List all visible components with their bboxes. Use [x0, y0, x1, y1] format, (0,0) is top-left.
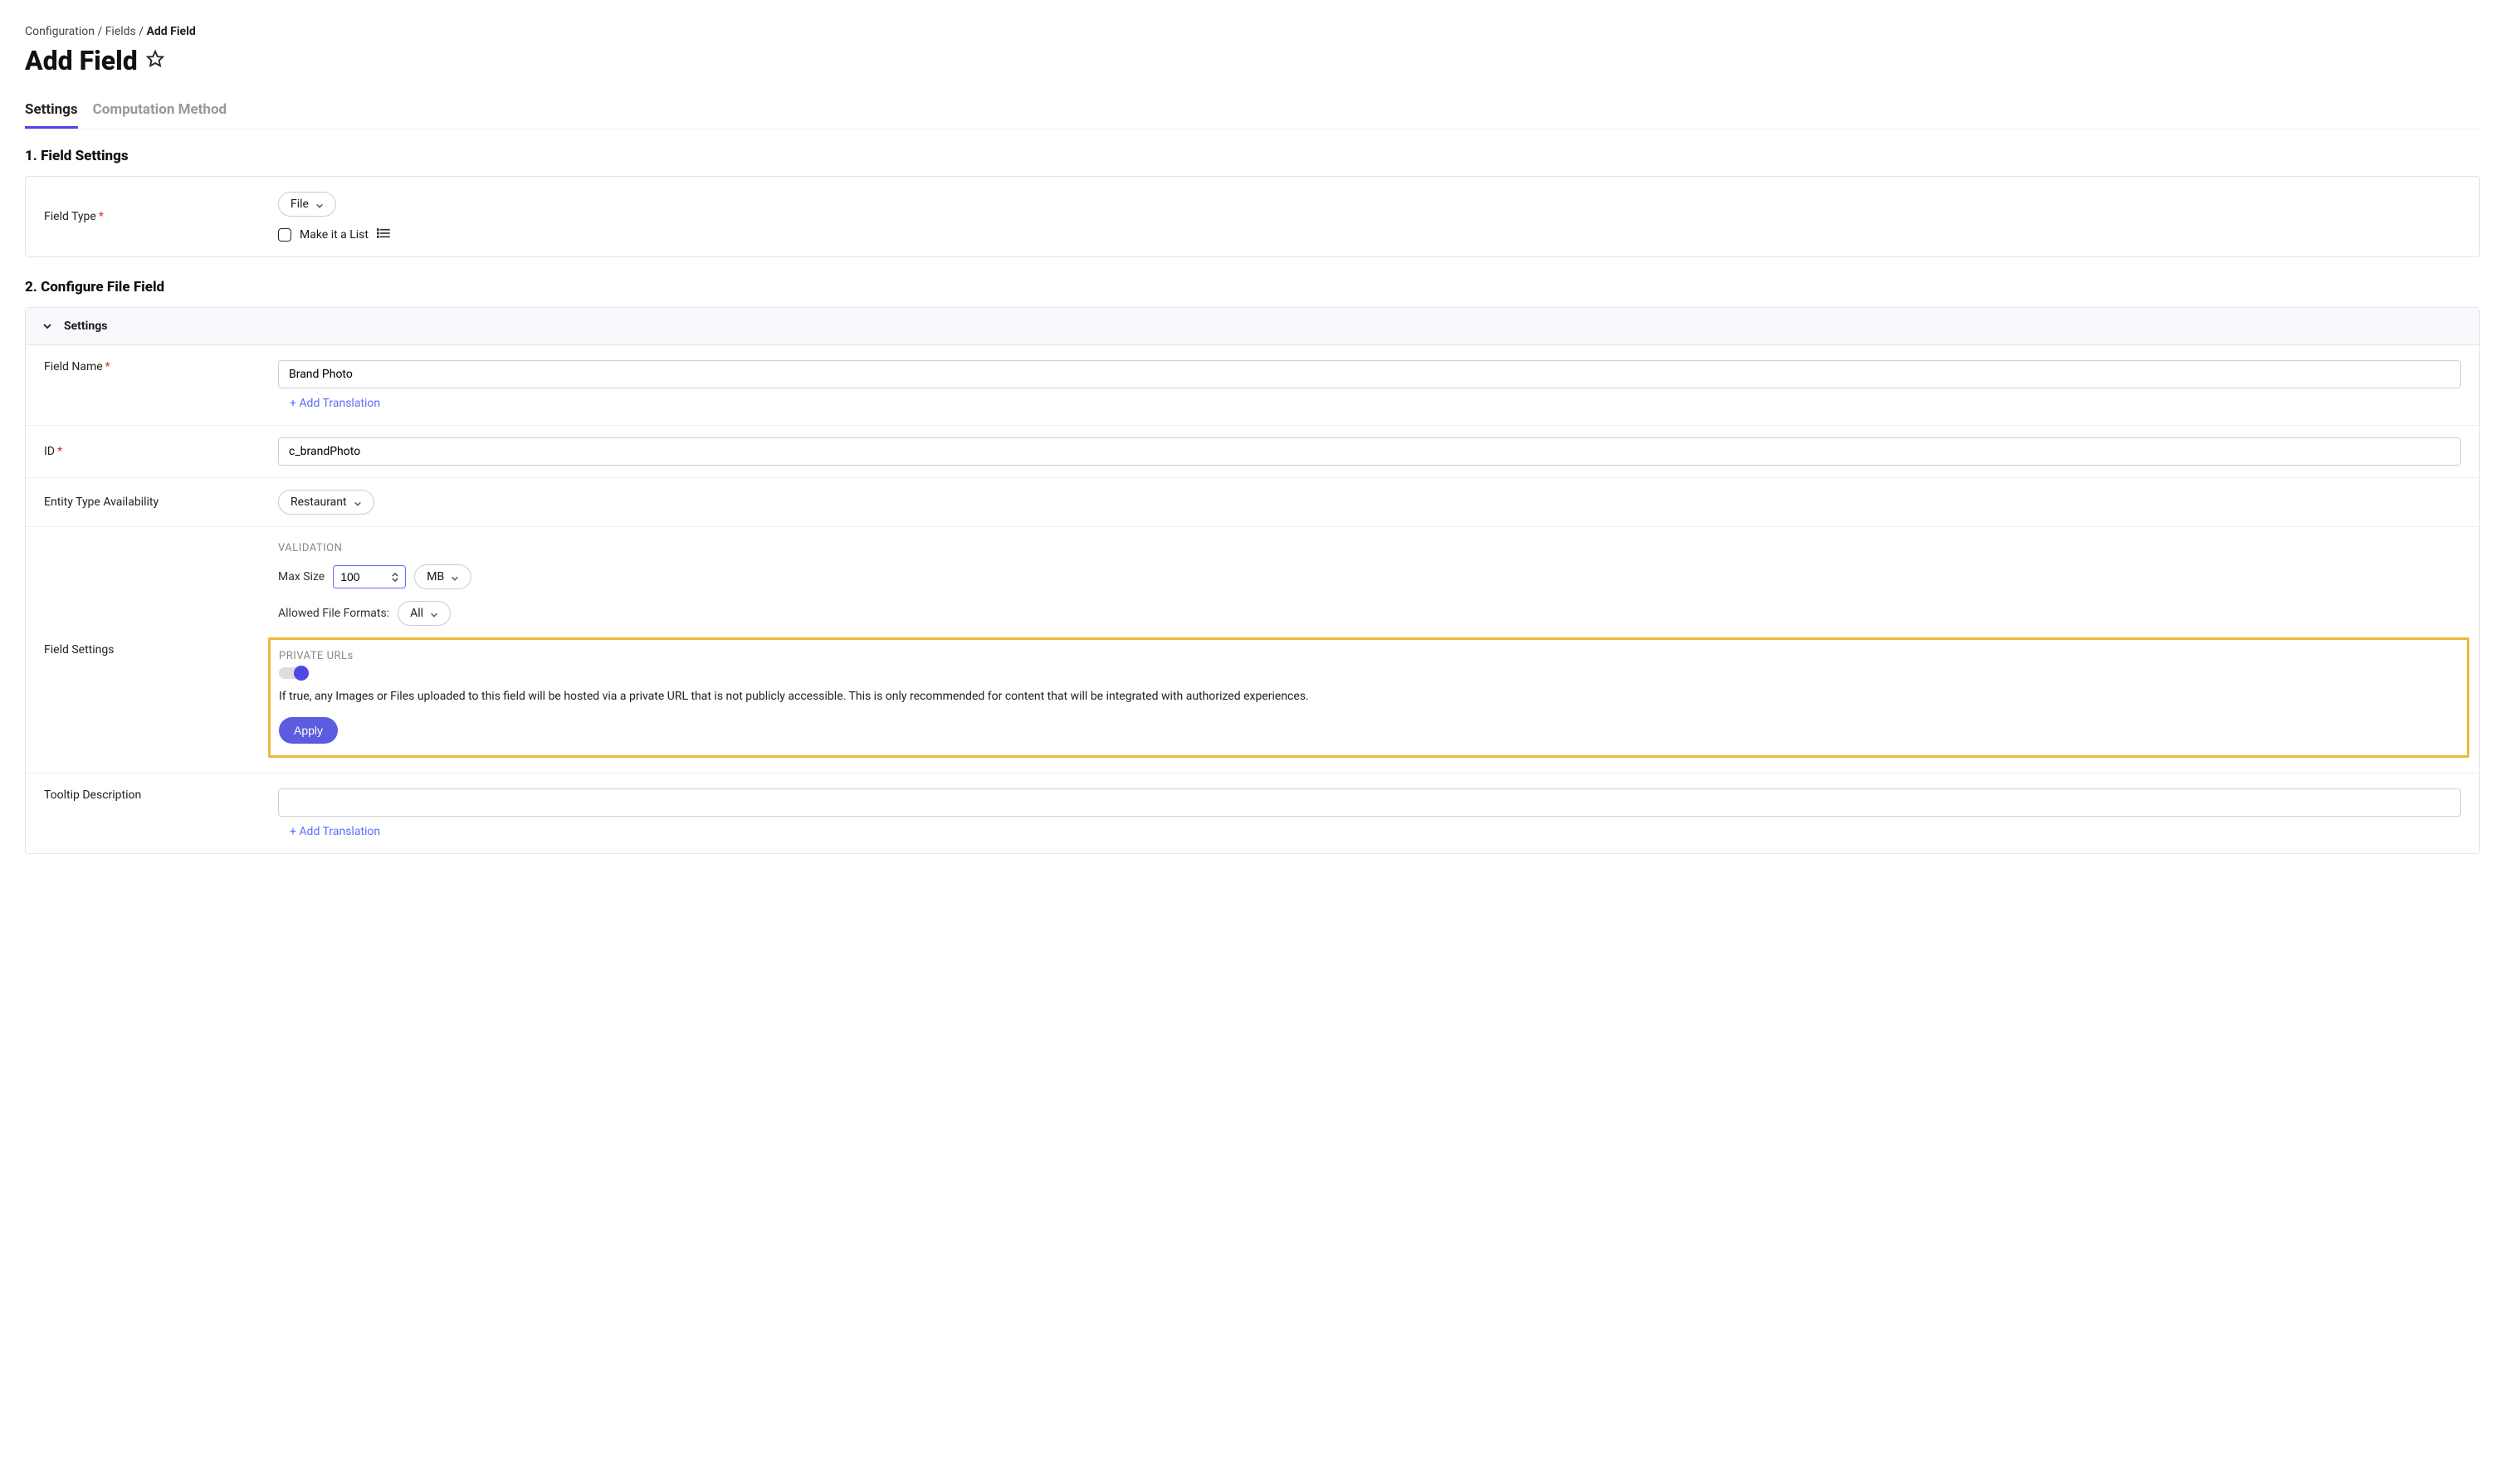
heading-private-urls: PRIVATE URLs [279, 650, 2459, 662]
panel-field-settings: Field Type* File Make it a List [25, 176, 2480, 257]
input-max-size[interactable] [340, 570, 382, 583]
breadcrumb-current: Add Field [147, 25, 196, 38]
checkbox-make-list[interactable] [278, 228, 291, 242]
stepper-max-size[interactable] [392, 573, 398, 582]
chevron-down-icon [315, 200, 324, 208]
label-field-name: Field Name* [44, 360, 278, 373]
select-size-unit-value: MB [427, 570, 444, 583]
input-max-size-wrap[interactable] [333, 565, 406, 588]
help-text-private-urls: If true, any Images or Files uploaded to… [279, 689, 2459, 705]
chevron-up-icon [392, 573, 398, 577]
select-entity-type[interactable]: Restaurant [278, 490, 374, 515]
label-make-list: Make it a List [300, 228, 369, 242]
input-id[interactable] [278, 437, 2461, 466]
breadcrumb-sep: / [97, 25, 105, 38]
label-tooltip-description: Tooltip Description [44, 788, 278, 802]
chevron-down-icon [451, 573, 459, 581]
section-configure-file-field-heading: 2. Configure File Field [25, 279, 2480, 295]
panel-configure-file-field: Settings Field Name* + Add Translation I… [25, 307, 2480, 854]
select-allowed-formats-value: All [410, 607, 423, 620]
tab-settings[interactable]: Settings [25, 101, 78, 129]
input-tooltip-description[interactable] [278, 788, 2461, 817]
highlight-private-urls: PRIVATE URLs If true, any Images or File… [268, 637, 2469, 758]
label-allowed-formats: Allowed File Formats: [278, 607, 389, 620]
favorite-star-icon[interactable] [146, 50, 164, 71]
select-field-type[interactable]: File [278, 192, 336, 217]
label-entity-type: Entity Type Availability [44, 495, 278, 509]
heading-validation: VALIDATION [278, 542, 2461, 554]
select-entity-type-value: Restaurant [291, 495, 347, 509]
breadcrumb: Configuration / Fields / Add Field [25, 25, 2480, 38]
chevron-down-icon [430, 609, 438, 618]
apply-button[interactable]: Apply [279, 717, 338, 744]
tab-computation-method[interactable]: Computation Method [93, 101, 227, 129]
label-max-size: Max Size [278, 570, 325, 583]
chevron-down-icon [354, 498, 362, 506]
input-field-name[interactable] [278, 360, 2461, 388]
page-title: Add Field [25, 45, 138, 76]
toggle-private-urls[interactable] [279, 667, 307, 679]
label-field-type: Field Type* [44, 210, 278, 223]
chevron-down-icon [392, 578, 398, 582]
link-add-translation-tooltip[interactable]: + Add Translation [278, 825, 380, 838]
label-field-settings: Field Settings [44, 643, 278, 657]
toggle-knob [294, 666, 309, 681]
breadcrumb-configuration[interactable]: Configuration [25, 25, 95, 38]
tabs: Settings Computation Method [25, 101, 2480, 129]
select-field-type-value: File [291, 198, 309, 211]
section-field-settings-heading: 1. Field Settings [25, 148, 2480, 164]
list-icon [377, 228, 390, 242]
breadcrumb-fields[interactable]: Fields [105, 25, 136, 38]
link-add-translation-field-name[interactable]: + Add Translation [278, 397, 380, 410]
chevron-down-icon [42, 321, 52, 331]
select-allowed-formats[interactable]: All [398, 601, 451, 626]
select-size-unit[interactable]: MB [414, 564, 471, 589]
label-id: ID* [44, 445, 278, 458]
accordion-settings-title: Settings [64, 320, 107, 333]
breadcrumb-sep: / [139, 25, 146, 38]
accordion-settings-head[interactable]: Settings [26, 308, 2479, 345]
